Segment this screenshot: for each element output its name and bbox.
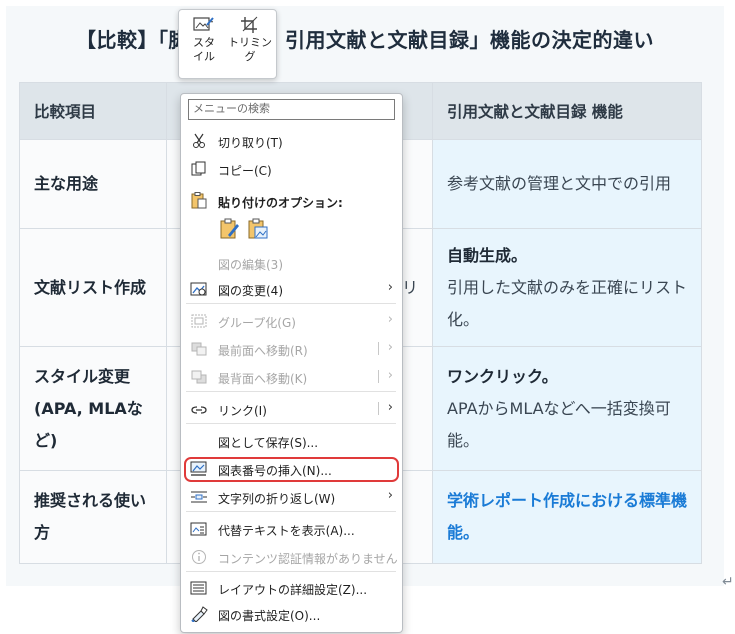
menu-item-label: レイアウトの詳細設定(Z)... (218, 583, 368, 597)
row-item-cell: スタイル変更 (APA, MLAなど) (19, 346, 167, 471)
menu-item-layout-options[interactable]: レイアウトの詳細設定(Z)... (181, 575, 402, 601)
paste-picture-icon (248, 218, 268, 239)
row-citation-cell: 参考文献の管理と文中での引用 (432, 139, 702, 229)
cell-text: 引用した文献のみを正確にリスト化。 (447, 277, 688, 329)
menu-search-box[interactable] (188, 99, 395, 120)
menu-item-label: 最前面へ移動(R) (218, 344, 308, 358)
crop-icon (241, 16, 258, 33)
context-menu: 切り取り(T) コピー(C) 貼り付けのオプション: 図の編集(3) 図の変更(… (180, 93, 403, 633)
menu-item-send-back[interactable]: 最背面へ移動(K) › (181, 364, 402, 390)
heading-right: 引用文献と文献目録」機能の決定的違い (285, 28, 654, 52)
scissors-icon (193, 133, 205, 148)
row-item-cell: 推奨される使い方 (19, 470, 167, 564)
menu-item-label: 図の書式設定(O)... (218, 609, 321, 623)
info-icon (192, 550, 206, 564)
paste-options-header: 貼り付けのオプション: (181, 188, 402, 214)
crop-button[interactable]: トリミング (227, 16, 273, 64)
menu-separator (186, 391, 396, 392)
split-divider (378, 370, 379, 383)
group-icon (191, 314, 207, 328)
row-item-cell: 文献リスト作成 (19, 228, 167, 347)
row-item-cell: 主な用途 (19, 139, 167, 229)
chevron-right-icon: › (387, 340, 393, 355)
chevron-right-icon: › (387, 400, 393, 415)
menu-item-label: 図として保存(S)... (218, 436, 319, 450)
split-divider (378, 342, 379, 355)
menu-item-label: コンテンツ認証情報がありません (218, 552, 398, 566)
row-citation-cell: 自動生成。引用した文献のみを正確にリスト化。 (432, 228, 702, 347)
paragraph-mark: ↵ (722, 574, 734, 590)
menu-separator (186, 303, 396, 304)
row-citation-cell: ワンクリック。 APAからMLAなどへ一括変換可能。 (432, 346, 702, 471)
split-divider (378, 402, 379, 415)
menu-separator (186, 423, 396, 424)
change-picture-icon (190, 282, 207, 296)
menu-item-bring-front[interactable]: 最前面へ移動(R) › (181, 336, 402, 362)
menu-item-label: 文字列の折り返し(W) (218, 492, 336, 506)
menu-item-link[interactable]: リンク(I) › (181, 396, 402, 422)
menu-item-label: 図の変更(4) (218, 284, 283, 298)
paste-keep-source-button[interactable] (219, 218, 241, 240)
menu-item-label: 図の編集(3) (218, 258, 283, 272)
menu-separator (186, 511, 396, 512)
menu-item-save-as-picture[interactable]: 図として保存(S)... (181, 428, 402, 454)
highlight-box (184, 457, 399, 482)
menu-item-label: コピー(C) (218, 164, 272, 178)
menu-item-label: 最背面へ移動(K) (218, 372, 308, 386)
header-cell-item: 比較項目 (19, 82, 167, 140)
menu-item-wrap-text[interactable]: 文字列の折り返し(W) › (181, 484, 402, 510)
layout-icon (190, 581, 207, 595)
menu-item-label: グループ化(G) (218, 316, 296, 330)
paste-picture-button[interactable] (247, 218, 269, 240)
menu-separator (186, 571, 396, 572)
bring-front-icon (191, 342, 207, 356)
menu-item-change-picture[interactable]: 図の変更(4) › (181, 276, 402, 302)
menu-item-edit-picture[interactable]: 図の編集(3) (181, 250, 402, 276)
menu-search-input[interactable] (189, 100, 389, 117)
style-button[interactable]: スタイル (183, 16, 225, 64)
paste-icon (191, 192, 207, 209)
document-heading: 【比較】「脚 引用文献と文献目録」機能の決定的違い (6, 24, 724, 53)
menu-item-label: リンク(I) (218, 404, 267, 418)
menu-item-content-credentials[interactable]: コンテンツ認証情報がありません (181, 544, 402, 570)
menu-item-format-picture[interactable]: 図の書式設定(O)... (181, 601, 402, 627)
menu-item-group[interactable]: グループ化(G) › (181, 308, 402, 334)
crop-label: トリミング (228, 36, 272, 63)
cell-link-text: 学術レポート作成における標準機能。 (447, 491, 688, 542)
chevron-right-icon: › (387, 368, 393, 383)
paste-keep-format-icon (220, 218, 239, 239)
copy-icon (191, 161, 206, 176)
menu-item-alt-text[interactable]: 代替テキストを表示(A)... (181, 516, 402, 542)
heading-left: 【比較】「脚 (76, 28, 189, 52)
alt-text-icon (190, 522, 207, 536)
menu-item-copy[interactable]: コピー(C) (181, 156, 402, 182)
menu-item-label: 切り取り(T) (218, 136, 283, 150)
wrap-text-icon (191, 491, 207, 503)
link-icon (191, 406, 207, 414)
chevron-right-icon: › (387, 312, 393, 327)
send-back-icon (191, 370, 207, 384)
paste-options-label: 貼り付けのオプション: (218, 196, 343, 210)
format-picture-icon (191, 606, 208, 622)
cell-text: 参考文献の管理と文中での引用 (447, 174, 672, 193)
picture-style-icon (193, 17, 214, 31)
cell-strong-text: ワンクリック。 (447, 366, 558, 386)
chevron-right-icon: › (387, 280, 393, 295)
menu-item-label: 代替テキストを表示(A)... (218, 524, 355, 538)
cell-text: APAからMLAなどへ一括変換可能。 (447, 398, 671, 450)
style-label: スタイル (193, 36, 215, 63)
cell-strong-text: 自動生成。 (447, 245, 528, 265)
chevron-right-icon: › (387, 488, 393, 503)
header-cell-citation: 引用文献と文献目録 機能 (432, 82, 702, 140)
row-citation-cell: 学術レポート作成における標準機能。 (432, 470, 702, 564)
mini-toolbar: スタイル トリミング (178, 9, 277, 79)
menu-item-cut[interactable]: 切り取り(T) (181, 128, 402, 154)
